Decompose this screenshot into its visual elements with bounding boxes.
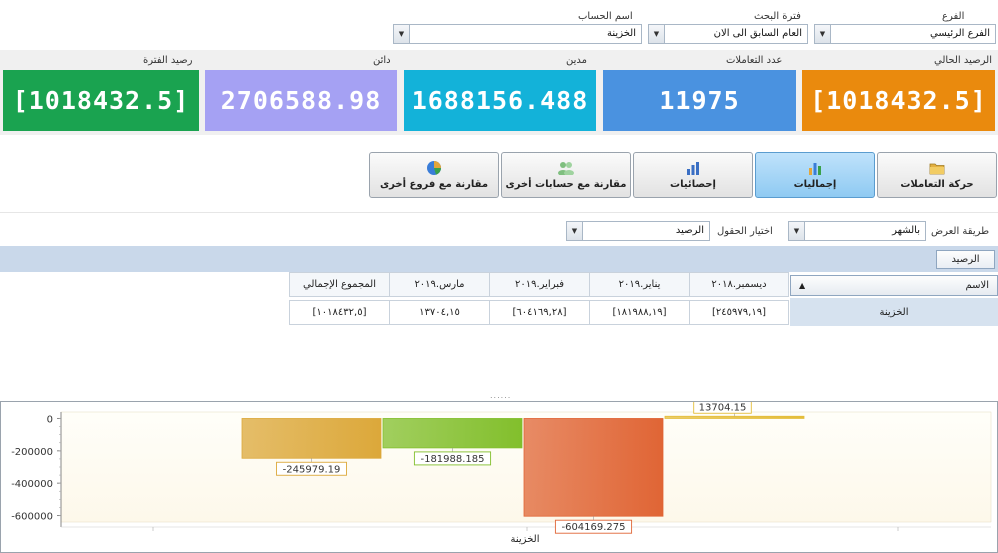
table-cell: [١٨١٩٨٨,١٩] <box>589 300 690 325</box>
filter-bar: الفرع ▼ الفرع الرئيسي فترة البحث ▼ العام… <box>0 0 998 50</box>
table-cell: [٢٤٥٩٧٩,١٩] <box>689 300 789 325</box>
chart-bar <box>241 418 382 459</box>
chart-bar <box>523 418 664 517</box>
pie-chart-icon <box>426 160 442 176</box>
stats-icon <box>685 160 701 176</box>
table-cell: ١٣٧٠٤,١٥ <box>389 300 490 325</box>
display-mode-value: بالشهر <box>892 225 920 236</box>
branch-select-value: الفرع الرئيسي <box>930 28 990 39</box>
period-balance-label: رصيد الفترة <box>143 55 193 66</box>
fields-select-value: الرصيد <box>675 225 704 236</box>
column-header[interactable]: ديسمبر.٢٠١٨ <box>689 272 789 297</box>
nav-stats-label: إحصائيات <box>670 179 716 190</box>
data-label: -245979.19 <box>283 464 341 475</box>
column-header[interactable]: يناير.٢٠١٩ <box>589 272 690 297</box>
nav-compare-accounts-button[interactable]: مقارنة مع حسابات أخرى <box>501 152 631 198</box>
y-tick-label: -600000 <box>11 512 53 523</box>
y-tick-label: -400000 <box>11 479 53 490</box>
credit-label: دائن <box>373 55 391 66</box>
pivot-data-field[interactable]: الرصيد <box>936 250 995 269</box>
period-balance-tile: [1018432.5] <box>3 70 199 131</box>
data-label: 13704.15 <box>699 402 747 413</box>
pivot-row-value: الخزينة <box>790 298 998 326</box>
chart-bar <box>664 415 805 419</box>
chevron-down-icon[interactable]: ▼ <box>567 222 583 240</box>
nav-compare-branches-label: مقارنة مع فروع أخرى <box>379 179 489 190</box>
chevron-down-icon[interactable]: ▼ <box>649 25 665 43</box>
divider <box>0 212 998 213</box>
current-balance-label: الرصيد الحالي <box>934 55 992 66</box>
table-cell: [٦٠٤١٦٩,٢٨] <box>489 300 590 325</box>
period-select[interactable]: ▼ العام السابق الى الان <box>648 24 808 44</box>
data-label: -604169.275 <box>561 522 625 533</box>
display-mode-label: طريقة العرض <box>931 226 990 237</box>
pivot-data-area <box>0 246 998 272</box>
period-label: فترة البحث <box>754 11 801 22</box>
fields-select[interactable]: ▼ الرصيد <box>566 221 710 241</box>
transactions-count-tile: 11975 <box>603 70 796 131</box>
folder-icon <box>929 160 945 176</box>
balance-chart: 0 -200000 -400000 -600000 الخزينة -245979.19… <box>11 399 992 545</box>
chevron-down-icon[interactable]: ▼ <box>789 222 805 240</box>
branch-select[interactable]: ▼ الفرع الرئيسي <box>814 24 996 44</box>
x-category-label: الخزينة <box>511 534 540 545</box>
current-balance-tile: [1018432.5] <box>802 70 995 131</box>
chart-panel: 0 -200000 -400000 -600000 الخزينة -245979.19… <box>0 399 998 553</box>
debit-label: مدين <box>566 55 588 66</box>
bar-chart-icon <box>807 160 823 176</box>
sort-arrow-icon[interactable]: ▲ <box>799 281 805 290</box>
nav-compare-branches-button[interactable]: مقارنة مع فروع أخرى <box>369 152 499 198</box>
column-header[interactable]: المجموع الإجمالي <box>289 272 390 297</box>
transactions-count-label: عدد التعاملات <box>726 55 783 66</box>
display-mode-select[interactable]: ▼ بالشهر <box>788 221 926 241</box>
credit-tile: 2706588.98 <box>205 70 397 131</box>
chevron-down-icon[interactable]: ▼ <box>394 25 410 43</box>
nav-compare-accounts-label: مقارنة مع حسابات أخرى <box>505 179 627 190</box>
table-cell: [١٠١٨٤٣٢,٥] <box>289 300 390 325</box>
users-icon <box>557 160 575 176</box>
column-header[interactable]: فبراير.٢٠١٩ <box>489 272 590 297</box>
branch-label: الفرع <box>942 11 965 22</box>
account-select[interactable]: ▼ الخزينة <box>393 24 642 44</box>
debit-tile: 1688156.488 <box>404 70 596 131</box>
nav-stats-button[interactable]: إحصائيات <box>633 152 753 198</box>
nav-transactions-label: حركة التعاملات <box>900 179 974 190</box>
nav-transactions-button[interactable]: حركة التعاملات <box>877 152 997 198</box>
splitter-handle[interactable]: ...... <box>490 391 511 400</box>
y-tick-label: -200000 <box>11 447 53 458</box>
data-label: -181988.185 <box>420 454 484 465</box>
chart-bar <box>382 418 523 449</box>
period-select-value: العام السابق الى الان <box>713 28 802 39</box>
chevron-down-icon[interactable]: ▼ <box>815 25 831 43</box>
nav-totals-label: إجماليات <box>793 179 837 190</box>
account-label: اسم الحساب <box>578 11 633 22</box>
pivot-row-header[interactable]: ▲ الاسم <box>790 275 998 296</box>
nav-totals-button[interactable]: إجماليات <box>755 152 875 198</box>
y-tick-label: 0 <box>47 414 53 425</box>
pivot-row-header-label: الاسم <box>965 280 989 291</box>
fields-select-label: اختيار الحقول <box>717 226 773 237</box>
column-header[interactable]: مارس.٢٠١٩ <box>389 272 490 297</box>
account-select-value: الخزينة <box>607 28 636 39</box>
